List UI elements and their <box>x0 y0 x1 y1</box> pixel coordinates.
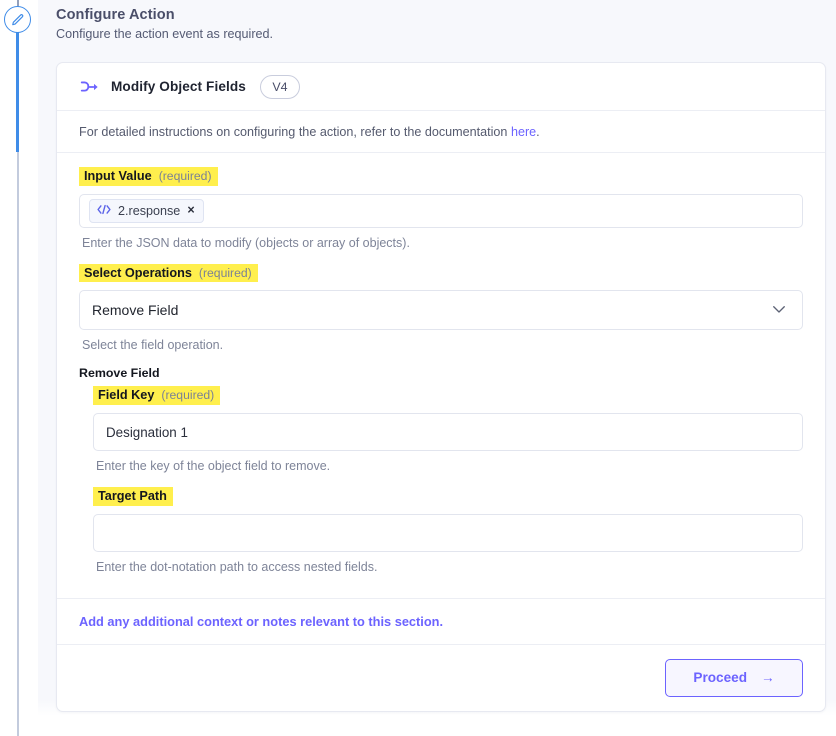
action-card-body: Input Value (required) 2.response × Ente… <box>57 153 825 598</box>
select-operations-hint: Select the field operation. <box>82 338 224 353</box>
field-field-key: Field Key (required) Enter the key of th… <box>93 386 803 473</box>
documentation-note-period: . <box>536 125 540 139</box>
version-badge: V4 <box>259 74 300 99</box>
input-value-label: Input Value <box>84 169 152 183</box>
select-operations-required: (required) <box>198 265 252 280</box>
field-key-input[interactable] <box>93 413 803 452</box>
target-path-label-row: Target Path <box>93 487 173 506</box>
proceed-button-label: Proceed <box>693 670 748 686</box>
field-key-label-row: Field Key (required) <box>93 386 221 406</box>
field-select-operations: Select Operations (required) Remove Fiel… <box>79 263 803 353</box>
page-subtitle: Configure the action event as required. <box>56 27 274 41</box>
add-notes-link[interactable]: Add any additional context or notes rele… <box>57 597 825 644</box>
pencil-icon <box>11 13 25 27</box>
target-path-input[interactable] <box>93 513 803 552</box>
field-target-path: Target Path Enter the dot-notation path … <box>93 487 803 574</box>
field-key-label: Field Key <box>98 388 155 403</box>
variable-token-label: 2.response <box>118 203 181 218</box>
variable-token-remove-icon[interactable]: × <box>187 204 194 217</box>
select-operations-label-row: Select Operations (required) <box>79 263 258 283</box>
screen-root: Configure Action Configure the action ev… <box>0 0 836 736</box>
action-card: Modify Object Fields V4 For detailed ins… <box>56 62 826 712</box>
select-operations-dropdown[interactable]: Remove Field <box>79 290 803 331</box>
target-path-label: Target Path <box>98 489 167 504</box>
remove-field-section-heading: Remove Field <box>79 366 160 381</box>
select-operations-value: Remove Field <box>92 302 179 319</box>
input-value-label-row: Input Value (required) <box>79 167 218 186</box>
remove-field-section: Field Key (required) Enter the key of th… <box>93 386 803 574</box>
arrow-right-icon: → <box>761 670 775 686</box>
field-key-hint: Enter the key of the object field to rem… <box>96 459 331 474</box>
action-card-title: Modify Object Fields <box>111 79 246 94</box>
page-header: Configure Action Configure the action ev… <box>56 7 756 41</box>
chevron-down-icon[interactable] <box>770 300 788 321</box>
target-path-hint: Enter the dot-notation path to access ne… <box>96 559 378 574</box>
documentation-link[interactable]: here <box>511 125 536 139</box>
proceed-button[interactable]: Proceed → <box>665 658 803 697</box>
documentation-note-text: For detailed instructions on configuring… <box>79 125 511 139</box>
code-brackets-icon <box>97 204 111 218</box>
variable-token[interactable]: 2.response × <box>89 198 204 223</box>
select-operations-label: Select Operations <box>84 265 192 280</box>
action-card-header: Modify Object Fields V4 <box>57 63 825 111</box>
node-branch-icon <box>79 78 101 96</box>
field-input-value: Input Value (required) 2.response × Ente… <box>79 167 803 250</box>
field-key-required: (required) <box>161 388 215 403</box>
timeline-line-active <box>16 32 19 152</box>
input-value-input[interactable]: 2.response × <box>79 193 803 228</box>
timeline-step-node[interactable] <box>4 6 31 33</box>
documentation-note: For detailed instructions on configuring… <box>57 111 825 153</box>
input-value-hint: Enter the JSON data to modify (objects o… <box>82 235 410 250</box>
input-value-required: (required) <box>158 169 212 183</box>
action-card-footer: Proceed → <box>57 643 825 711</box>
page-title: Configure Action <box>56 7 175 23</box>
timeline-rail <box>0 0 38 736</box>
